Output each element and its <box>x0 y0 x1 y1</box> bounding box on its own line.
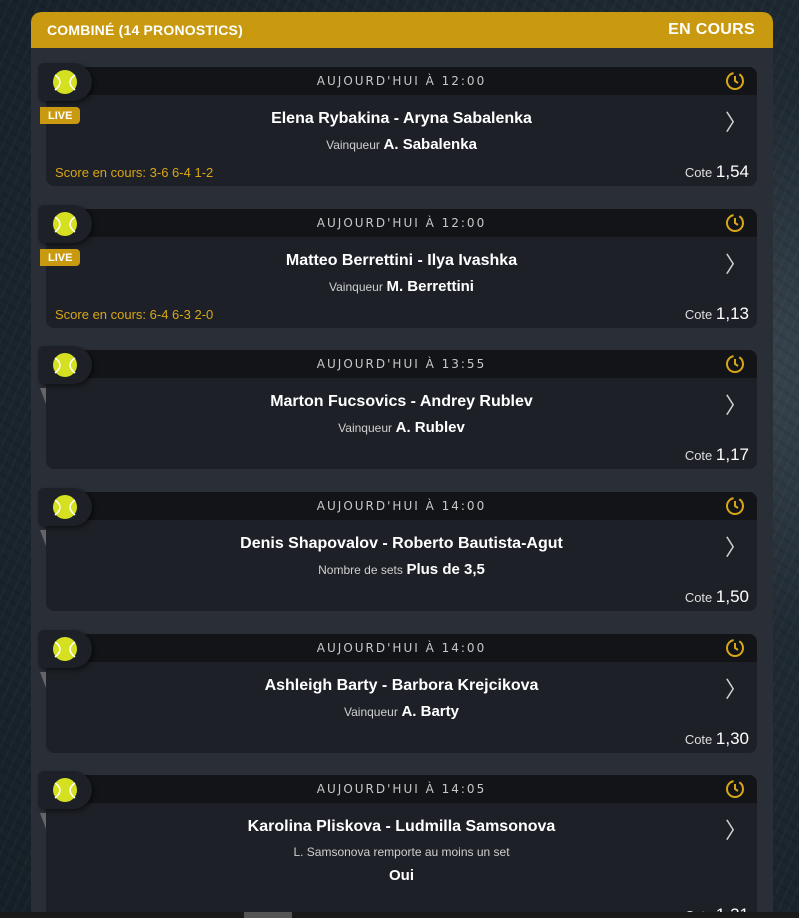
card-time-bar: AUJOURD'HUI À 13:55 <box>46 350 757 378</box>
clock-icon <box>726 497 744 515</box>
odds-value: 1,54 <box>715 162 749 181</box>
match-time: AUJOURD'HUI À 13:55 <box>316 357 487 371</box>
odds-value: 1,17 <box>715 445 749 464</box>
panel-title: COMBINÉ (14 PRONOSTICS) <box>47 22 243 38</box>
clock-icon <box>726 639 744 657</box>
match-time: AUJOURD'HUI À 12:00 <box>316 216 487 230</box>
card-notch <box>40 530 46 546</box>
card-time-bar: AUJOURD'HUI À 14:00 <box>46 492 757 520</box>
match-time: AUJOURD'HUI À 12:00 <box>316 74 487 88</box>
bet-card[interactable]: AUJOURD'HUI À 14:00 Ashleigh Barty - Bar… <box>38 630 757 753</box>
bet-card[interactable]: AUJOURD'HUI À 14:00 Denis Shapovalov - R… <box>38 488 757 611</box>
odds-label: Cote <box>684 590 713 605</box>
odds-label: Cote <box>684 307 713 322</box>
match-name: Ashleigh Barty - Barbora Krejcikova <box>264 677 539 694</box>
odds-value: 1,30 <box>715 729 749 748</box>
bet-type: Vainqueur <box>338 421 392 435</box>
odds-value: 1,50 <box>715 587 749 606</box>
match-name: Marton Fucsovics - Andrey Rublev <box>270 393 533 410</box>
tennis-ball-icon <box>53 778 77 802</box>
bet-type: Nombre de sets <box>318 563 403 577</box>
combined-bet-panel: COMBINÉ (14 PRONOSTICS) EN COURS AUJOURD… <box>31 12 773 918</box>
live-badge: LIVE <box>40 107 81 124</box>
card-notch <box>40 672 46 688</box>
chevron-right-icon[interactable]: 〉 <box>725 388 747 420</box>
bet-pick: Plus de 3,5 <box>406 561 485 578</box>
bet-pick: M. Berrettini <box>386 278 474 295</box>
card-time-bar: AUJOURD'HUI À 12:00 <box>46 209 757 237</box>
chevron-right-icon[interactable]: 〉 <box>725 672 747 704</box>
clock-icon <box>726 72 744 90</box>
panel-header: COMBINÉ (14 PRONOSTICS) EN COURS <box>31 12 773 48</box>
bet-info: Vainqueur A. Rublev <box>46 419 757 436</box>
chevron-right-icon[interactable]: 〉 <box>725 530 747 562</box>
bet-card[interactable]: AUJOURD'HUI À 13:55 Marton Fucsovics - A… <box>38 346 757 469</box>
horizontal-scrollbar[interactable] <box>0 912 799 918</box>
card-notch <box>40 388 46 404</box>
bet-pick: Oui <box>389 867 414 884</box>
match-name: Karolina Pliskova - Ludmilla Samsonova <box>247 818 556 835</box>
odds: Cote 1,13 <box>685 304 749 324</box>
sport-badge <box>38 488 92 526</box>
clock-icon <box>726 355 744 373</box>
live-badge: LIVE <box>40 249 81 266</box>
chevron-right-icon[interactable]: 〉 <box>725 813 747 845</box>
card-time-bar: AUJOURD'HUI À 12:00 <box>46 67 757 95</box>
match-time: AUJOURD'HUI À 14:00 <box>316 641 487 655</box>
sport-badge <box>38 346 92 384</box>
sport-badge <box>38 771 92 809</box>
bet-type: L. Samsonova remporte au moins un set <box>293 845 510 859</box>
match-time: AUJOURD'HUI À 14:00 <box>316 499 487 513</box>
tennis-ball-icon <box>53 637 77 661</box>
scrollbar-thumb[interactable] <box>244 912 292 918</box>
card-notch <box>40 813 46 829</box>
odds: Cote 1,54 <box>685 162 749 182</box>
tennis-ball-icon <box>53 495 77 519</box>
odds: Cote 1,30 <box>685 729 749 749</box>
odds-label: Cote <box>684 732 713 747</box>
status-label: EN COURS <box>668 21 755 38</box>
sport-badge <box>38 63 92 101</box>
card-time-bar: AUJOURD'HUI À 14:05 <box>46 775 757 803</box>
bet-info: Vainqueur A. Barty <box>46 703 757 720</box>
odds-label: Cote <box>684 165 713 180</box>
bet-card[interactable]: AUJOURD'HUI À 12:00 LIVE Elena Rybakina … <box>38 63 757 186</box>
match-name: Elena Rybakina - Aryna Sabalenka <box>271 110 532 127</box>
tennis-ball-icon <box>53 212 77 236</box>
bet-info: Nombre de sets Plus de 3,5 <box>46 561 757 578</box>
tennis-ball-icon <box>53 70 77 94</box>
tennis-ball-icon <box>53 353 77 377</box>
bet-pick: A. Barty <box>401 703 459 720</box>
chevron-right-icon[interactable]: 〉 <box>725 105 747 137</box>
bet-pick: A. Sabalenka <box>383 136 477 153</box>
bet-info: Vainqueur M. Berrettini <box>46 278 757 295</box>
clock-icon <box>726 780 744 798</box>
clock-icon <box>726 214 744 232</box>
live-score: Score en cours: 3-6 6-4 1-2 <box>55 165 214 180</box>
odds-value: 1,13 <box>715 304 749 323</box>
match-name: Denis Shapovalov - Roberto Bautista-Agut <box>240 535 563 552</box>
bet-info: Vainqueur A. Sabalenka <box>46 136 757 153</box>
bet-pick: A. Rublev <box>395 419 465 436</box>
bet-card[interactable]: AUJOURD'HUI À 14:05 Karolina Pliskova - … <box>38 771 757 918</box>
card-time-bar: AUJOURD'HUI À 14:00 <box>46 634 757 662</box>
live-score: Score en cours: 6-4 6-3 2-0 <box>55 307 214 322</box>
match-time: AUJOURD'HUI À 14:05 <box>316 782 487 796</box>
sport-badge <box>38 630 92 668</box>
odds: Cote 1,17 <box>685 445 749 465</box>
odds-label: Cote <box>684 448 713 463</box>
sport-badge <box>38 205 92 243</box>
bet-info: L. Samsonova remporte au moins un set <box>46 844 757 859</box>
bet-type: Vainqueur <box>329 280 383 294</box>
bet-type: Vainqueur <box>326 138 380 152</box>
match-name: Matteo Berrettini - Ilya Ivashka <box>285 252 518 269</box>
bet-card[interactable]: AUJOURD'HUI À 12:00 LIVE Matteo Berretti… <box>38 205 757 328</box>
chevron-right-icon[interactable]: 〉 <box>725 247 747 279</box>
bet-type: Vainqueur <box>344 705 398 719</box>
odds: Cote 1,50 <box>685 587 749 607</box>
